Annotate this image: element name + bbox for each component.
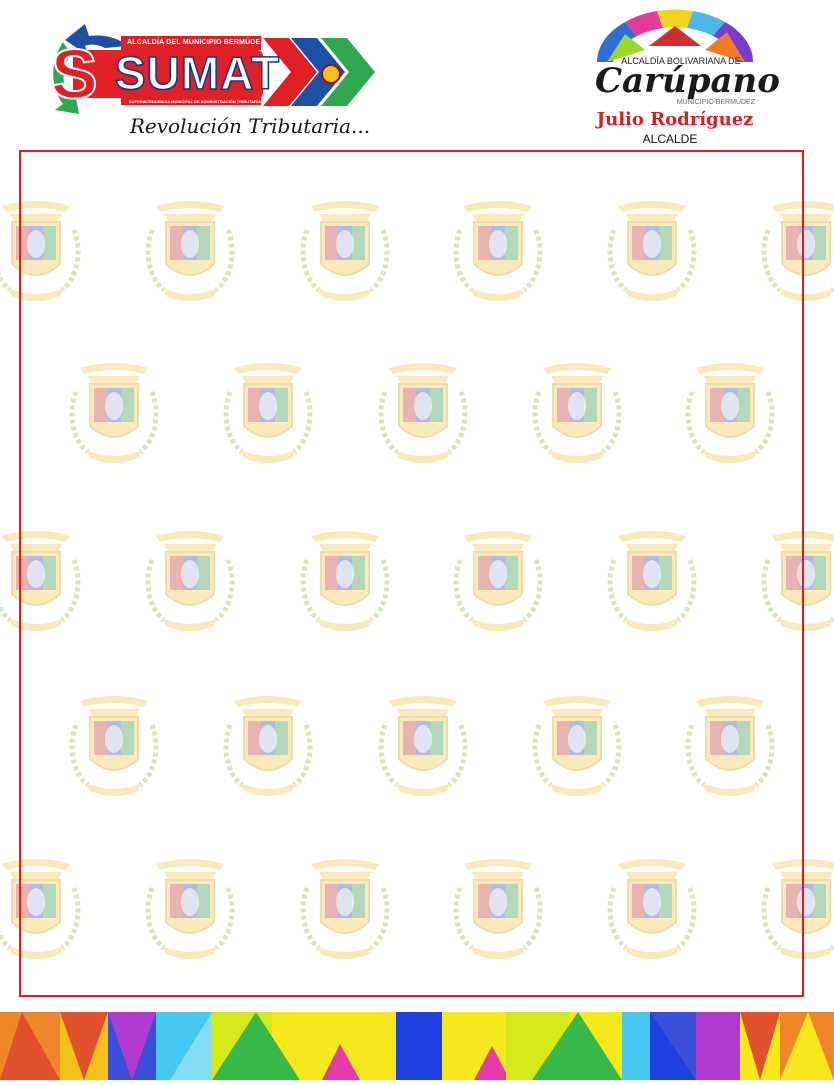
svg-text:S: S [51, 35, 98, 113]
sumat-logo: S ALCALDÍA DEL MUNICIPIO BERMÚDEZ SUMAT … [45, 22, 375, 140]
sumat-bottom-text: SUPERINTENDENCIA MUNICIPAL DE ADMINISTRA… [129, 99, 261, 104]
mayor-role: ALCALDE [642, 132, 698, 146]
sumat-top-text: ALCALDÍA DEL MUNICIPIO BERMÚDEZ [127, 39, 266, 46]
content-frame [19, 150, 804, 997]
mayor-name: Julio Rodríguez [596, 109, 754, 130]
sumat-tagline: Revolución Tributaria... [129, 114, 371, 138]
carupano-name: Carúpano [595, 61, 780, 101]
sumat-name: SUMAT [114, 46, 281, 100]
carupano-logo: ALCALDÍA BOLIVARIANA DE Carúpano MUNICIP… [585, 6, 780, 146]
colorful-triangles-band [0, 1012, 834, 1080]
carupano-municipality: MUNICIPIO BERMÚDEZ [676, 99, 755, 106]
decorative-footer-band [0, 1012, 834, 1080]
letterhead-header: S ALCALDÍA DEL MUNICIPIO BERMÚDEZ SUMAT … [0, 0, 834, 150]
